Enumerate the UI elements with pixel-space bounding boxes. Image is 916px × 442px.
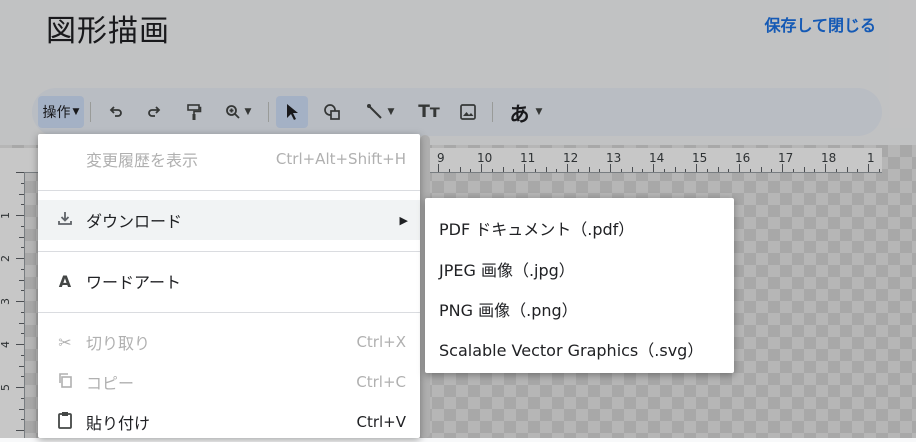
menu-item-shortcut: Ctrl+X xyxy=(356,333,406,351)
menu-item-label: 変更履歴を表示 xyxy=(86,151,199,170)
menu-item-download[interactable]: ダウンロード ▶ xyxy=(38,200,420,240)
submenu-item-jpeg[interactable]: JPEG 画像（.jpg） xyxy=(439,249,575,289)
menu-divider xyxy=(38,190,420,191)
submenu-arrow-icon: ▶ xyxy=(399,213,408,227)
menu-item-label: 貼り付け xyxy=(86,414,151,433)
menu-item-shortcut: Ctrl+C xyxy=(356,373,406,391)
submenu-item-png[interactable]: PNG 画像（.png） xyxy=(439,289,578,329)
menu-divider xyxy=(38,251,420,252)
menu-item-wordart[interactable]: A ワードアート xyxy=(38,261,420,301)
menu-item-shortcut: Ctrl+Alt+Shift+H xyxy=(275,150,406,168)
wordart-icon: A xyxy=(58,271,72,291)
scissors-icon: ✂ xyxy=(58,332,72,352)
menu-item-label: コピー xyxy=(86,374,135,393)
download-icon xyxy=(54,210,76,230)
menu-item-label: ワードアート xyxy=(86,273,182,292)
menu-item-label: 切り取り xyxy=(86,334,151,353)
actions-menu: 変更履歴を表示 Ctrl+Alt+Shift+H ダウンロード ▶ A ワードア… xyxy=(38,134,420,438)
copy-icon xyxy=(54,372,76,392)
submenu-item-pdf[interactable]: PDF ドキュメント（.pdf） xyxy=(439,208,634,248)
menu-item-cut: ✂ 切り取り Ctrl+X xyxy=(38,322,420,362)
menu-divider xyxy=(38,312,420,313)
download-submenu: PDF ドキュメント（.pdf） JPEG 画像（.jpg） PNG 画像（.p… xyxy=(425,198,734,373)
menu-item-version-history: 変更履歴を表示 Ctrl+Alt+Shift+H xyxy=(38,139,420,179)
menu-item-shortcut: Ctrl+V xyxy=(356,413,406,431)
menu-item-paste[interactable]: 貼り付け Ctrl+V xyxy=(38,402,420,442)
menu-item-label: ダウンロード xyxy=(86,212,183,231)
submenu-item-svg[interactable]: Scalable Vector Graphics（.svg） xyxy=(439,329,703,369)
menu-item-copy: コピー Ctrl+C xyxy=(38,362,420,402)
clipboard-icon xyxy=(54,411,76,433)
